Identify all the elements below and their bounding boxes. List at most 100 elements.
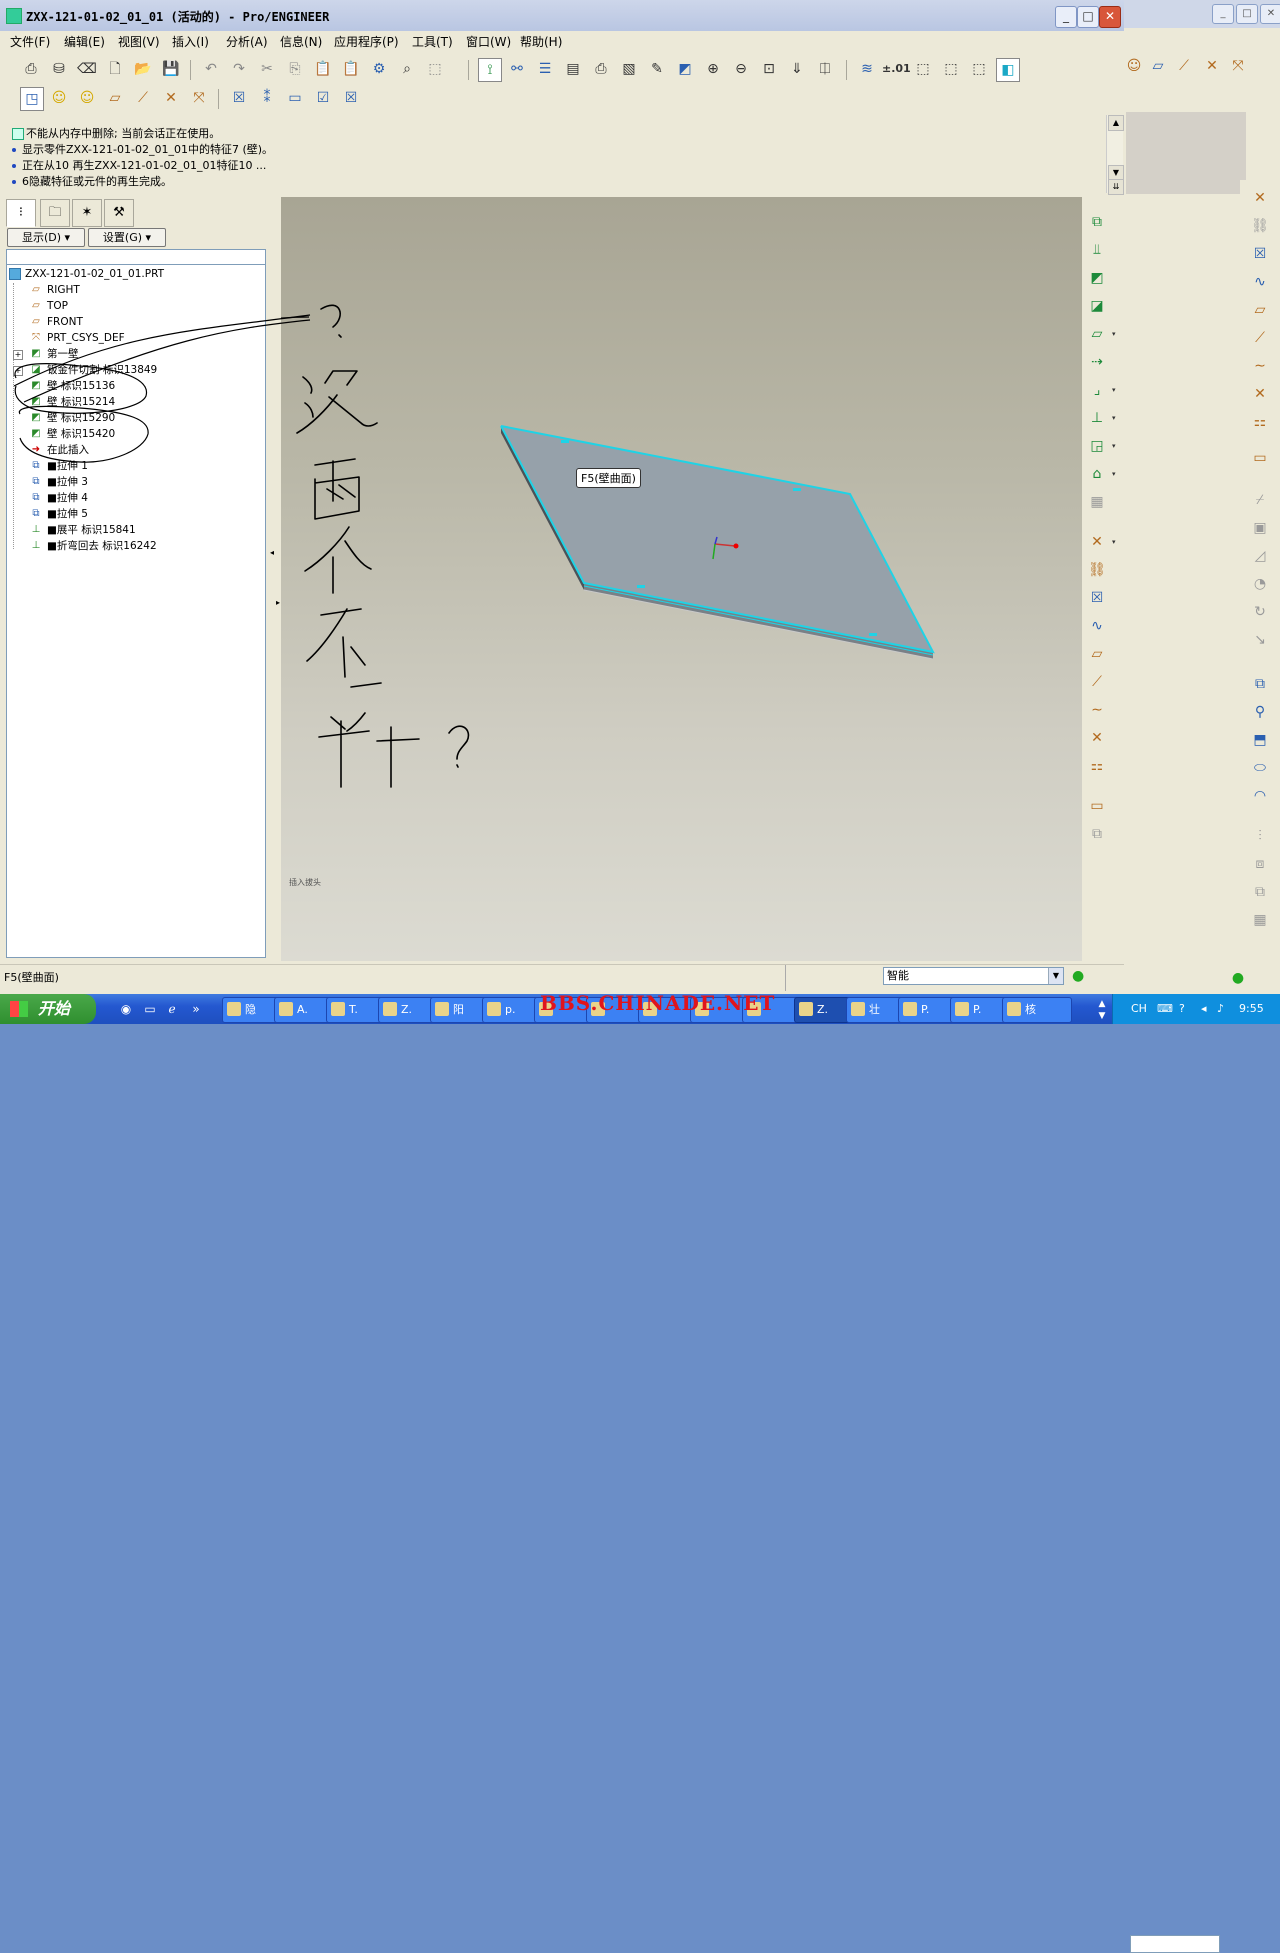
shading-icon[interactable]: ◧ [996,58,1020,82]
menu-help[interactable]: 帮助(H) [520,33,562,50]
save-copy-icon[interactable]: ⛁ [48,58,70,80]
extend-icon[interactable]: ◠ [1250,786,1270,806]
axis-icon[interactable]: ⟋ [1174,56,1194,76]
thicken-icon[interactable]: ⧈ [1250,854,1270,874]
cut-icon[interactable]: ✂ [256,58,278,80]
tree-item[interactable]: ⧉ ■拉伸 5 [29,507,88,521]
extend-wall-icon[interactable]: ◪ [1086,295,1108,317]
start-button[interactable]: 开始 [0,994,96,1024]
settings-dropdown-button[interactable]: 设置(G) ▾ [88,228,166,247]
close-window-icon[interactable]: ☒ [340,87,362,109]
select-filter-icon[interactable]: ◳ [20,87,44,111]
close-box-icon[interactable]: ☒ [1086,587,1108,609]
orient-icon[interactable]: ◩ [674,58,696,80]
sketch-curve-icon[interactable]: ∼ [1250,356,1270,376]
bg-minimize-button[interactable]: _ [1212,4,1234,24]
csys2-icon[interactable]: ⚏ [1250,412,1270,432]
bend-icon[interactable]: ⇢ [1086,351,1108,373]
taskbar-scroll-down-icon[interactable]: ▼ [1094,1008,1110,1024]
datum-point-toggle-icon[interactable]: ✕ [160,87,182,109]
bg-filter-select[interactable] [1130,1935,1220,1953]
sketch-icon[interactable]: ⧉ [1086,211,1108,233]
chamfer-icon[interactable]: ↻ [1250,602,1270,622]
rib-icon[interactable]: ↘ [1250,630,1270,650]
datum-point-icon[interactable]: ✕ ▾ [1086,531,1115,553]
model-tree-tab[interactable]: ⁝ [6,199,36,227]
copy-feature-icon[interactable]: ⧉ [1250,674,1270,694]
menu-info[interactable]: 信息(N) [280,33,322,50]
language-indicator[interactable]: CH [1131,1002,1147,1015]
print-icon[interactable]: ⎙ [20,58,42,80]
layers-icon[interactable]: ☰ [534,58,556,80]
trim-icon[interactable]: ⬭ [1250,758,1270,778]
erase-icon[interactable]: ⌫ [76,58,98,80]
smiley2-icon[interactable]: ☺ [76,87,98,109]
taskbar-item[interactable]: 核 [1002,997,1072,1023]
rip-icon[interactable]: ▦ [1086,491,1108,513]
no-hidden-icon[interactable]: ⬚ [968,58,990,80]
funnel-icon[interactable]: ⌿ [1250,490,1270,510]
paste-special-icon[interactable]: 📋 [340,58,362,80]
select-icon[interactable]: ⧉ [1086,823,1108,845]
csys-icon[interactable]: ⤧ [1228,56,1248,76]
open-icon[interactable]: 📂 [132,58,154,80]
point2-icon[interactable]: ✕ [1250,384,1270,404]
chevron-down-icon[interactable]: ▼ [1048,968,1063,984]
selection-filter-select[interactable]: 智能 ▼ [883,967,1064,985]
paste-icon[interactable]: 📋 [312,58,334,80]
ie-icon[interactable]: ℯ [164,1001,180,1017]
tolerance-button[interactable]: ±.01 [882,58,911,80]
zoom-out-icon[interactable]: ⊖ [730,58,752,80]
bend-back-icon[interactable]: ◲ ▾ [1086,435,1115,457]
favorites-tab[interactable]: ✶ [72,199,102,227]
menu-edit[interactable]: 编辑(E) [64,33,105,50]
print2-icon[interactable]: ⎙ [590,58,612,80]
analysis-icon[interactable]: ▭ [1086,795,1108,817]
tree-item[interactable]: ▱ RIGHT [29,283,80,297]
shell-icon[interactable]: ▣ [1250,518,1270,538]
scroll-up-icon[interactable]: ▲ [1108,115,1124,131]
find-icon[interactable]: ⌕ [396,58,418,80]
close-box-icon[interactable]: ☒ [228,87,250,109]
datum-point2-icon[interactable]: ✕ [1086,727,1108,749]
smiley-icon[interactable]: ☺ [48,87,70,109]
csys-toggle-icon[interactable]: ⤧ [188,87,210,109]
more-icon[interactable]: » [188,1001,204,1017]
axis-icon[interactable]: ⟋ [1250,328,1270,348]
merge-icon[interactable]: ⬒ [1250,730,1270,750]
datum-axis-icon[interactable]: ⟋ [1086,671,1108,693]
show-desktop-icon[interactable]: ▭ [142,1001,158,1017]
message-scrollbar[interactable]: ▲ ▼ ⇊ [1106,115,1124,195]
select-icon[interactable]: ▭ [1250,448,1270,468]
checked-window-icon[interactable]: ☑ [312,87,334,109]
select-box-icon[interactable]: ⬚ [424,58,446,80]
spin-center-icon[interactable]: ⚯ [506,58,528,80]
refit-icon[interactable]: ⊡ [758,58,780,80]
datum-display-icon[interactable]: ⟟ [478,58,502,82]
quicklaunch-icon[interactable]: ◉ [118,1001,134,1017]
scroll-expand-icon[interactable]: ⇊ [1108,179,1124,195]
redo-icon[interactable]: ↷ [228,58,250,80]
conversion-icon[interactable]: ⌂ ▾ [1086,463,1116,485]
sketched-curve-icon[interactable]: ∼ [1086,699,1108,721]
menu-analysis[interactable]: 分析(A) [226,33,268,50]
mirror-icon[interactable]: ⚲ [1250,702,1270,722]
flange-wall-icon[interactable]: ◩ [1086,267,1108,289]
menu-window[interactable]: 窗口(W) [466,33,511,50]
connections-tab[interactable]: ⚒ [104,199,134,227]
copy-icon[interactable]: ⎘ [284,58,306,80]
regenerate-icon[interactable]: ⚙ [368,58,390,80]
maximize-button[interactable]: □ [1077,6,1099,28]
tree-filter-bar[interactable] [6,249,266,265]
view-manager-icon[interactable]: ▧ [618,58,640,80]
tray-expand-icon[interactable]: ◂ [1201,1002,1207,1015]
bg-maximize-button[interactable]: □ [1236,4,1258,24]
show-dropdown-button[interactable]: 显示(D) ▾ [7,228,85,247]
minimize-button[interactable]: _ [1055,6,1077,28]
layer-icon[interactable]: ≋ [856,58,878,80]
tree-item[interactable]: ⊥ ■展平 标识15841 [29,523,136,537]
sketch-plane-icon[interactable]: ▱ [1148,56,1168,76]
wireframe-icon[interactable]: ⬚ [912,58,934,80]
menu-applications[interactable]: 应用程序(P) [334,33,399,50]
datum-axis-toggle-icon[interactable]: ⟋ [132,87,154,109]
